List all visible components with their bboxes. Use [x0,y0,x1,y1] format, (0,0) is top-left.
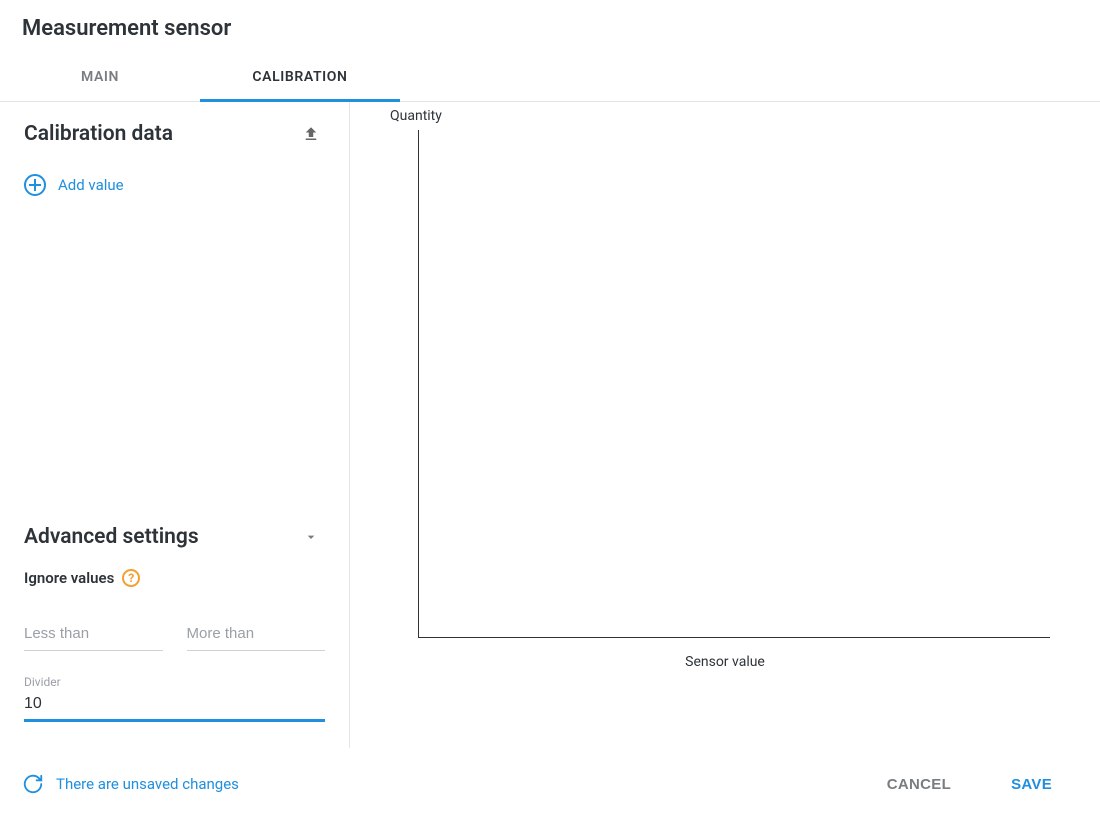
tab-calibration[interactable]: CALIBRATION [200,55,400,102]
more-than-input[interactable] [187,619,326,651]
page-title: Measurement sensor [0,0,1100,55]
advanced-settings-title: Advanced settings [24,525,199,549]
refresh-icon [22,773,44,795]
cancel-button[interactable]: CANCEL [871,768,967,801]
tab-main[interactable]: MAIN [0,55,200,101]
plus-circle-icon [24,174,46,196]
chart-x-axis-label: Sensor value [350,654,1100,670]
help-icon[interactable]: ? [122,569,140,587]
left-panel: Calibration data Add value Advanced sett… [0,102,350,748]
add-value-label: Add value [58,176,124,194]
chart-area: Quantity Sensor value [350,102,1100,748]
add-value-button[interactable]: Add value [24,174,325,196]
save-button[interactable]: SAVE [995,768,1068,801]
unsaved-changes-text: There are unsaved changes [56,775,239,793]
less-than-input[interactable] [24,619,163,651]
upload-icon[interactable] [297,120,325,148]
chart-axes [418,130,1050,638]
divider-label: Divider [24,675,325,689]
chevron-down-icon[interactable] [297,523,325,551]
calibration-data-title: Calibration data [24,122,173,146]
ignore-values-label: Ignore values [24,569,114,587]
tab-bar: MAIN CALIBRATION [0,55,1100,102]
unsaved-changes-indicator[interactable]: There are unsaved changes [22,773,239,795]
footer-bar: There are unsaved changes CANCEL SAVE [0,748,1100,820]
divider-input[interactable] [24,691,325,722]
chart-y-axis-label: Quantity [390,108,442,124]
